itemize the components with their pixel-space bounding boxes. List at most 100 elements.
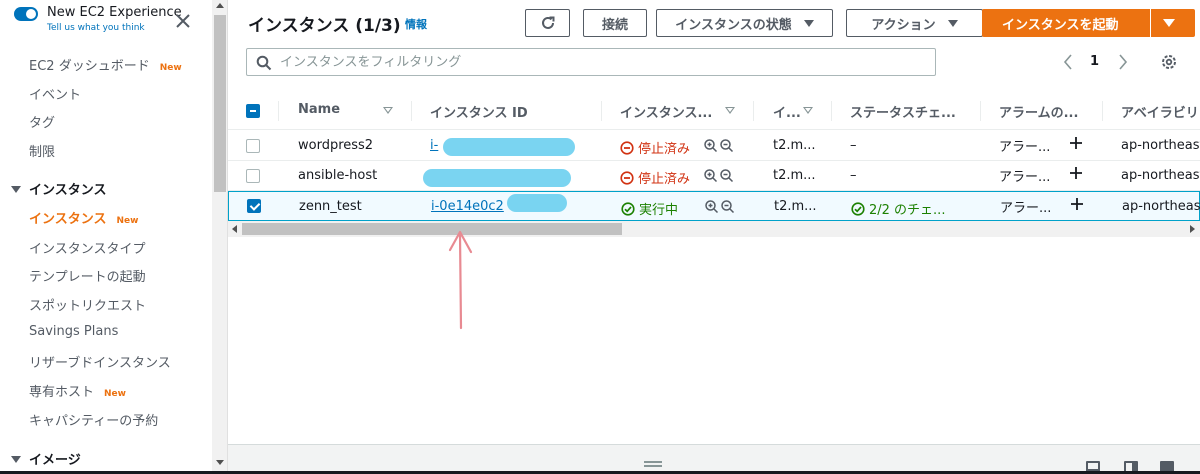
alarm-status: アラー... [999, 140, 1051, 155]
table-row[interactable]: ansible-host 停止済み t2.m... – アラー... ap-no… [228, 161, 1200, 191]
redaction-mark [443, 138, 575, 156]
scroll-right-icon[interactable] [1190, 225, 1195, 233]
gear-icon[interactable] [1159, 52, 1179, 72]
select-all-checkbox[interactable] [246, 104, 260, 118]
alarm-status: アラー... [1000, 201, 1052, 216]
status-check-label: 2/2 のチェ... [869, 203, 946, 218]
instance-state-label: インスタンスの状態 [675, 17, 792, 33]
row-checkbox[interactable] [247, 199, 261, 213]
info-link[interactable]: 情報 [405, 16, 427, 32]
table-header: Name インスタンス ID インスタンス... イ... ステータスチェ...… [228, 92, 1200, 130]
instance-state-button[interactable]: インスタンスの状態 [656, 9, 833, 37]
new-badge: New [104, 389, 126, 399]
zoom-icon[interactable] [704, 199, 736, 215]
sidebar-item-events[interactable]: イベント [29, 84, 81, 103]
page-number[interactable]: 1 [1090, 54, 1099, 69]
availability-zone: ap-northeast [1121, 168, 1200, 183]
scroll-up-icon[interactable] [216, 3, 224, 8]
filter-search-box [246, 48, 936, 76]
connect-button[interactable]: 接続 [583, 9, 647, 37]
annotation-arrow-up [448, 230, 473, 330]
feedback-link[interactable]: Tell us what you think [47, 23, 145, 33]
table-row[interactable]: wordpress2 i- 停止済み t2.m... – アラー... ap-n… [228, 131, 1200, 161]
scroll-down-icon[interactable] [216, 460, 224, 465]
instance-name: zenn_test [299, 199, 362, 214]
drag-handle-icon[interactable] [644, 461, 662, 467]
instance-state: 実行中 [621, 199, 678, 218]
section-label: イメージ [29, 453, 81, 468]
availability-zone: ap-northeast [1121, 138, 1200, 153]
instance-state: 停止済み [620, 138, 690, 157]
table-row-selected[interactable]: zenn_test i-0e14e0c2 実行中 t2.m... 2/2 のチェ… [228, 191, 1200, 221]
actions-button[interactable]: アクション [846, 9, 983, 37]
sidebar-scrollbar-thumb[interactable] [214, 15, 226, 192]
sidebar-item-dedicated-hosts[interactable]: 専有ホスト New [29, 381, 126, 400]
horizontal-scrollbar-thumb[interactable] [242, 223, 622, 235]
sort-icon[interactable] [725, 107, 735, 114]
sidebar-item-savings-plans[interactable]: Savings Plans [29, 324, 118, 339]
sidebar-item-reserved-instances[interactable]: リザーブドインスタンス [29, 352, 171, 371]
state-label: 停止済み [638, 142, 691, 157]
row-checkbox[interactable] [246, 139, 260, 153]
refresh-button[interactable] [525, 9, 570, 37]
instance-state: 停止済み [620, 168, 690, 187]
sidebar-item-launch-templates[interactable]: テンプレートの起動 [29, 266, 146, 285]
column-name[interactable]: Name [298, 102, 340, 117]
caret-down-icon [11, 186, 21, 193]
close-icon[interactable] [172, 10, 194, 32]
actions-label: アクション [871, 17, 936, 33]
column-divider [278, 101, 279, 121]
sidebar-item-label: インスタンス [29, 212, 107, 227]
sidebar-scrollbar[interactable] [212, 0, 227, 474]
stopped-icon [620, 141, 634, 155]
redaction-mark [507, 194, 567, 212]
launch-dropdown-icon[interactable] [1163, 19, 1175, 27]
toggle-title: New EC2 Experience [47, 5, 182, 20]
instance-type: t2.m... [773, 138, 816, 153]
sidebar-item-instances[interactable]: インスタンス New [29, 208, 138, 227]
sidebar-section-instances[interactable]: インスタンス [11, 179, 106, 198]
refresh-icon [541, 16, 554, 29]
sidebar-item-spot-requests[interactable]: スポットリクエスト [29, 295, 146, 314]
split-divider [1150, 9, 1151, 37]
sidebar-item-limits[interactable]: 制限 [29, 141, 55, 160]
instance-type: t2.m... [774, 199, 817, 214]
sidebar-item-label: 専有ホスト [29, 385, 95, 400]
zoom-icon[interactable] [703, 168, 735, 184]
sort-icon[interactable] [803, 107, 813, 114]
table-horizontal-scrollbar[interactable] [228, 221, 1200, 237]
add-alarm-icon[interactable] [1070, 197, 1084, 211]
column-divider [831, 101, 832, 121]
row-checkbox[interactable] [246, 169, 260, 183]
instance-id-link[interactable]: i-0e14e0c2 [431, 199, 504, 214]
scroll-left-icon[interactable] [232, 225, 237, 233]
column-instance-type[interactable]: イ... [773, 102, 801, 121]
column-alarm-status[interactable]: アラームの... [999, 102, 1078, 121]
chevron-right-icon[interactable] [1115, 52, 1131, 72]
new-experience-toggle-row: New EC2 Experience Tell us what you thin… [0, 0, 212, 44]
new-experience-toggle[interactable] [14, 7, 38, 21]
state-label: 停止済み [638, 172, 691, 187]
sidebar-item-dashboard[interactable]: EC2 ダッシュボード New [29, 55, 182, 74]
sort-icon[interactable] [383, 107, 393, 114]
zoom-icon[interactable] [703, 138, 735, 154]
column-divider [980, 101, 981, 121]
chevron-left-icon[interactable] [1060, 52, 1076, 72]
sidebar-item-capacity-reservations[interactable]: キャパシティーの予約 [29, 410, 158, 429]
instance-id-link[interactable]: i- [430, 138, 438, 153]
sidebar-section-images[interactable]: イメージ [11, 449, 81, 468]
sidebar-item-instance-types[interactable]: インスタンスタイプ [29, 238, 145, 257]
sidebar: New EC2 Experience Tell us what you thin… [0, 0, 228, 474]
sidebar-item-tags[interactable]: タグ [29, 112, 55, 131]
launch-instance-button[interactable]: インスタンスを起動 [982, 9, 1195, 37]
add-alarm-icon[interactable] [1069, 166, 1083, 180]
filter-input[interactable] [280, 52, 920, 72]
column-instance-id[interactable]: インスタンス ID [430, 102, 528, 121]
column-availability-zone[interactable]: アベイラビリ [1121, 102, 1199, 121]
add-alarm-icon[interactable] [1069, 136, 1083, 150]
page-title: インスタンス (1/3) [248, 16, 401, 36]
check-circle-icon [851, 202, 865, 216]
column-status-check[interactable]: ステータスチェ... [850, 102, 956, 121]
column-instance-state[interactable]: インスタンス... [620, 102, 712, 121]
stopped-icon [620, 171, 634, 185]
